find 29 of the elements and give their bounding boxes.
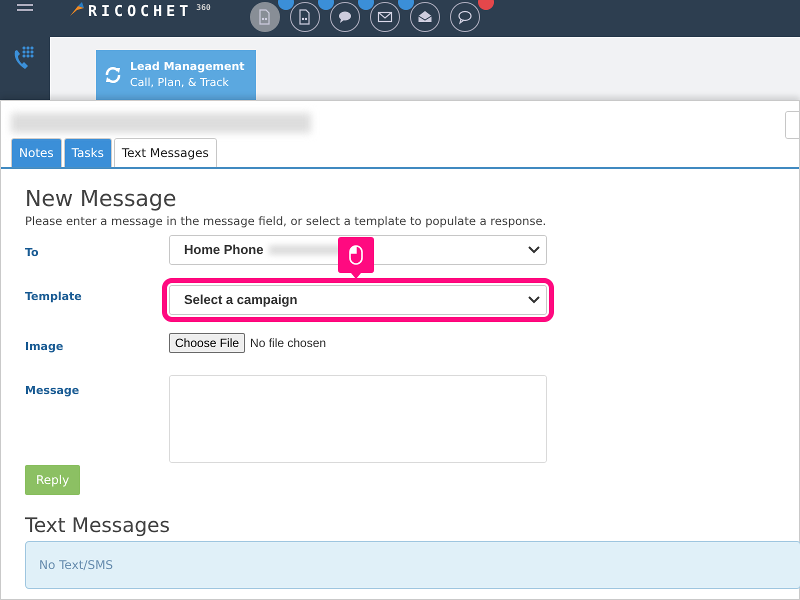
select-field[interactable]: Home Phone	[169, 234, 547, 265]
choose-file-button[interactable]: Choose File	[169, 332, 246, 353]
caret-icon	[528, 246, 540, 254]
lead-subtitle: Call, Plan, & Track	[130, 75, 230, 91]
tab[interactable]: Text Messages	[114, 138, 217, 167]
chat-icon	[337, 9, 353, 25]
form-hint: Please enter a message in the message field, or select a template to populate a response.	[25, 213, 548, 230]
file-status: No file chosen	[250, 336, 326, 350]
empty-messages-text: No Text/SMS	[39, 558, 114, 572]
form-title: New Message	[25, 187, 178, 214]
logo-text: RICOCHET	[88, 2, 192, 20]
message-field[interactable]	[169, 374, 547, 463]
field-label: To	[25, 244, 40, 261]
logo-superscript: 360	[196, 3, 211, 13]
logo-mark-icon	[70, 2, 84, 18]
speech-bubble-icon	[457, 9, 473, 25]
field-label: Image	[25, 338, 64, 355]
lead-title: Lead Management	[130, 58, 245, 74]
nav-button[interactable]	[410, 2, 440, 32]
mouse-click-tooltip	[338, 237, 374, 279]
nav-button[interactable]	[250, 2, 280, 32]
field-label: Template	[25, 288, 83, 305]
caret-icon	[528, 296, 540, 304]
messages-title: Text Messages	[25, 512, 171, 537]
field-label: Message	[25, 382, 80, 399]
nav-button[interactable]	[330, 2, 360, 32]
refresh-icon	[104, 66, 122, 84]
mail-icon	[377, 9, 393, 25]
open-mail-icon	[417, 9, 433, 25]
